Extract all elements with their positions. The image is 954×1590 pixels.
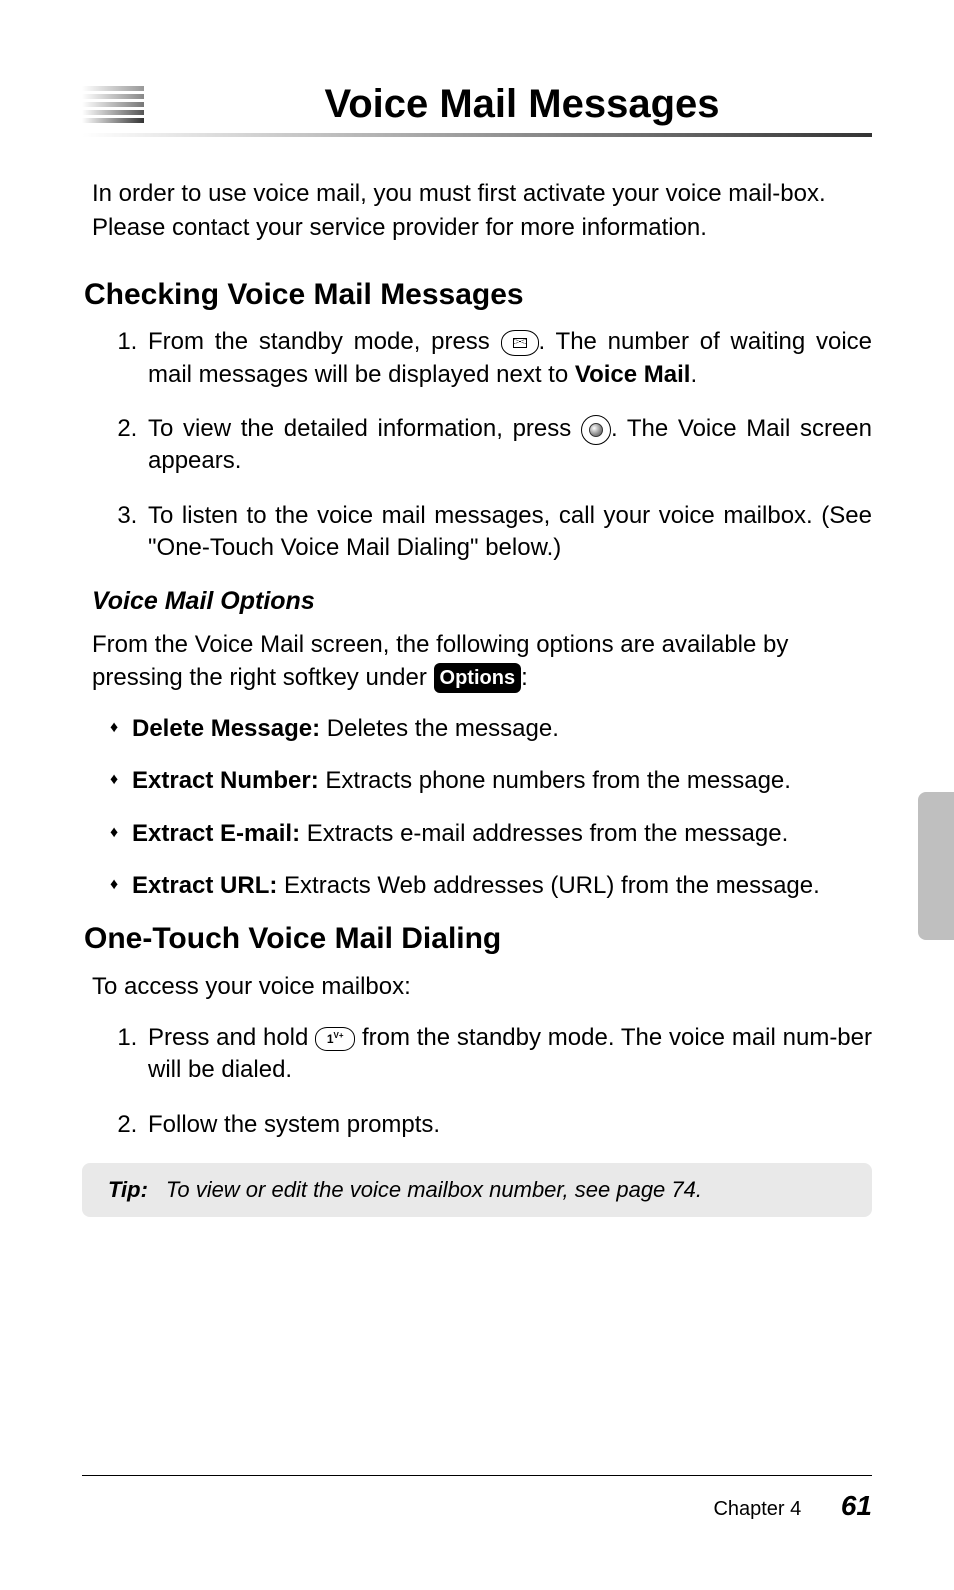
tip-text: To view or edit the voice mailbox number… bbox=[166, 1177, 702, 1203]
intro-paragraph: In order to use voice mail, you must fir… bbox=[82, 177, 872, 244]
onetouch-step-1-a: Press and hold bbox=[148, 1024, 315, 1051]
bullet-extract-url: Extract URL: Extracts Web addresses (URL… bbox=[110, 870, 872, 902]
step-3: To listen to the voice mail messages, ca… bbox=[144, 500, 872, 565]
thumb-tab bbox=[918, 792, 954, 940]
options-intro-b: : bbox=[521, 664, 528, 691]
bullet-extract-email: Extract E-mail: Extracts e-mail addresse… bbox=[110, 818, 872, 850]
subsection-heading-options: Voice Mail Options bbox=[82, 587, 872, 616]
bullet-term: Extract Number: bbox=[132, 767, 319, 794]
bullet-desc: Extracts e-mail addresses from the messa… bbox=[300, 820, 788, 847]
bullet-term: Delete Message: bbox=[132, 715, 320, 742]
step-1-text-a: From the standby mode, press bbox=[148, 328, 501, 355]
onetouch-steps-list: Press and hold 1V+ from the standby mode… bbox=[82, 1022, 872, 1141]
title-rule bbox=[82, 133, 872, 137]
bullet-term: Extract URL: bbox=[132, 872, 277, 899]
onetouch-step-2: Follow the system prompts. bbox=[144, 1109, 872, 1141]
envelope-key-icon bbox=[501, 330, 539, 356]
step-1-bold: Voice Mail bbox=[575, 361, 691, 388]
section-heading-checking: Checking Voice Mail Messages bbox=[82, 278, 872, 312]
step-1: From the standby mode, press . The numbe… bbox=[144, 326, 872, 391]
step-2-text-a: To view the detailed information, press bbox=[148, 415, 581, 442]
bullet-desc: Extracts Web addresses (URL) from the me… bbox=[277, 872, 819, 899]
options-bullet-list: Delete Message: Deletes the message. Ext… bbox=[82, 713, 872, 903]
header-decoration-icon bbox=[82, 86, 144, 123]
tip-box: Tip: To view or edit the voice mailbox n… bbox=[82, 1163, 872, 1217]
page-number: 61 bbox=[841, 1490, 872, 1521]
checking-steps-list: From the standby mode, press . The numbe… bbox=[82, 326, 872, 564]
bullet-extract-number: Extract Number: Extracts phone numbers f… bbox=[110, 765, 872, 797]
key-1-icon: 1V+ bbox=[315, 1027, 355, 1051]
options-intro: From the Voice Mail screen, the followin… bbox=[82, 628, 872, 695]
bullet-delete: Delete Message: Deletes the message. bbox=[110, 713, 872, 745]
step-2: To view the detailed information, press … bbox=[144, 413, 872, 478]
onetouch-step-1: Press and hold 1V+ from the standby mode… bbox=[144, 1022, 872, 1087]
page-title: Voice Mail Messages bbox=[172, 82, 872, 127]
options-softkey-label: Options bbox=[434, 663, 522, 693]
nav-key-icon bbox=[581, 415, 611, 445]
page-header: Voice Mail Messages bbox=[82, 82, 872, 127]
section-heading-onetouch: One-Touch Voice Mail Dialing bbox=[82, 922, 872, 956]
chapter-label: Chapter 4 bbox=[713, 1498, 801, 1520]
page-footer: Chapter 4 61 bbox=[82, 1475, 872, 1522]
bullet-desc: Deletes the message. bbox=[320, 715, 559, 742]
bullet-term: Extract E-mail: bbox=[132, 820, 300, 847]
bullet-desc: Extracts phone numbers from the message. bbox=[319, 767, 791, 794]
step-1-text-d: . bbox=[690, 361, 697, 388]
footer-rule bbox=[82, 1475, 872, 1476]
tip-label: Tip: bbox=[108, 1177, 148, 1203]
onetouch-intro: To access your voice mailbox: bbox=[82, 970, 872, 1004]
